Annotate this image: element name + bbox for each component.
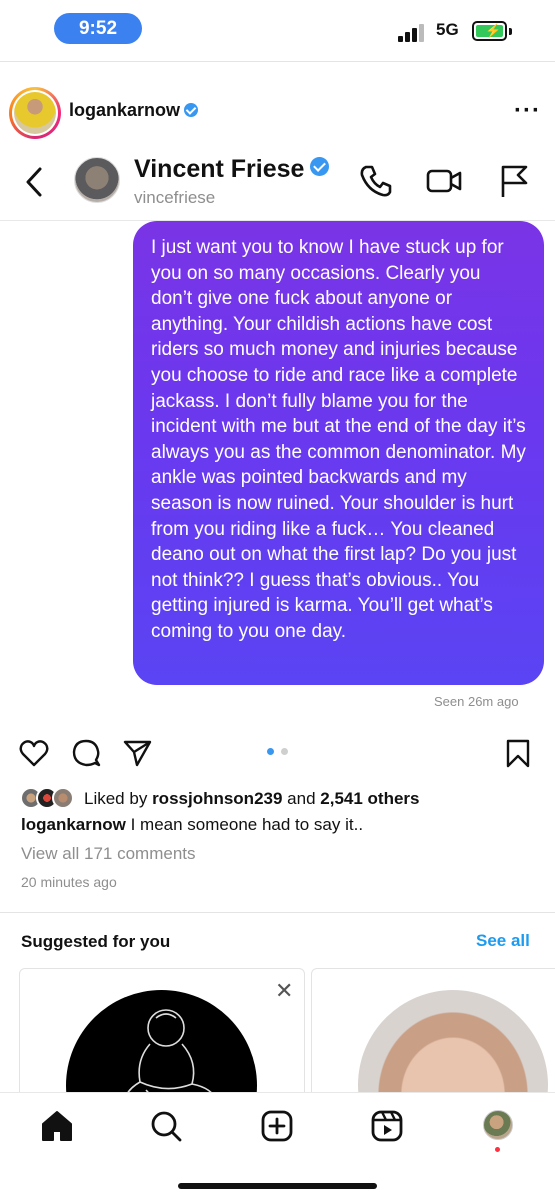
status-time: 9:52 — [54, 13, 142, 44]
seen-receipt: Seen 26m ago — [434, 694, 519, 709]
carousel-dot — [281, 748, 288, 755]
close-icon[interactable]: ✕ — [275, 978, 293, 1004]
more-horizontal-icon[interactable]: ··· — [514, 97, 541, 125]
liker-avatar — [52, 787, 74, 809]
caption: logankarnow I mean someone had to say it… — [21, 815, 363, 835]
home-icon[interactable] — [40, 1109, 74, 1143]
post-author-avatar[interactable] — [9, 87, 61, 139]
bookmark-icon[interactable] — [503, 738, 533, 768]
post-actions — [0, 734, 555, 774]
dm-header: Vincent Friese vincefriese — [0, 145, 555, 221]
signal-strength-icon — [398, 24, 428, 42]
dm-contact-handle: vincefriese — [134, 188, 216, 207]
reels-icon[interactable] — [370, 1109, 404, 1143]
heart-icon[interactable] — [19, 738, 49, 768]
phone-icon[interactable] — [358, 163, 394, 199]
notification-dot — [495, 1147, 500, 1152]
verified-badge-icon — [184, 103, 199, 117]
status-bar: 9:52 5G ⚡ — [0, 0, 555, 60]
battery-icon: ⚡ — [472, 21, 507, 41]
see-all-link[interactable]: See all — [476, 931, 530, 951]
likes-user[interactable]: rossjohnson239 — [152, 789, 282, 808]
home-indicator — [178, 1183, 377, 1189]
comment-icon[interactable] — [71, 738, 101, 768]
message-bubble[interactable]: I just want you to know I have stuck up … — [133, 221, 544, 685]
likes-prefix: Liked by — [84, 789, 148, 808]
likes-others[interactable]: 2,541 others — [320, 789, 419, 808]
back-chevron-icon[interactable] — [22, 165, 48, 199]
divider — [0, 912, 555, 913]
verified-badge-icon — [310, 157, 330, 176]
search-icon[interactable] — [149, 1109, 183, 1143]
likes-text[interactable]: Liked by rossjohnson239 and 2,541 others — [84, 789, 420, 809]
post-timestamp: 20 minutes ago — [21, 874, 117, 890]
post-header: logankarnow ··· — [0, 82, 555, 142]
caption-text: I mean someone had to say it.. — [130, 815, 364, 834]
carousel-dot-active — [267, 748, 274, 755]
dm-contact-name[interactable]: Vincent Friese — [134, 155, 304, 183]
dm-contact-avatar[interactable] — [74, 157, 120, 203]
suggested-title: Suggested for you — [21, 932, 171, 951]
divider — [0, 61, 555, 62]
create-icon[interactable] — [260, 1109, 294, 1143]
video-camera-icon[interactable] — [426, 163, 462, 199]
caption-username[interactable]: logankarnow — [21, 815, 126, 834]
post-author[interactable]: logankarnow — [69, 100, 199, 121]
likes-connector: and — [287, 789, 316, 808]
likes-row[interactable]: Liked by rossjohnson239 and 2,541 others — [20, 787, 540, 809]
dm-contact-name-row[interactable]: Vincent Friese — [134, 155, 330, 184]
network-type: 5G — [436, 20, 459, 39]
battery-cap — [509, 28, 512, 35]
post-username[interactable]: logankarnow — [69, 100, 180, 120]
view-comments-link[interactable]: View all 171 comments — [21, 844, 196, 864]
share-icon[interactable] — [122, 738, 152, 768]
profile-avatar[interactable] — [483, 1110, 513, 1140]
charging-bolt-icon: ⚡ — [485, 23, 502, 38]
flag-icon[interactable] — [496, 163, 532, 199]
